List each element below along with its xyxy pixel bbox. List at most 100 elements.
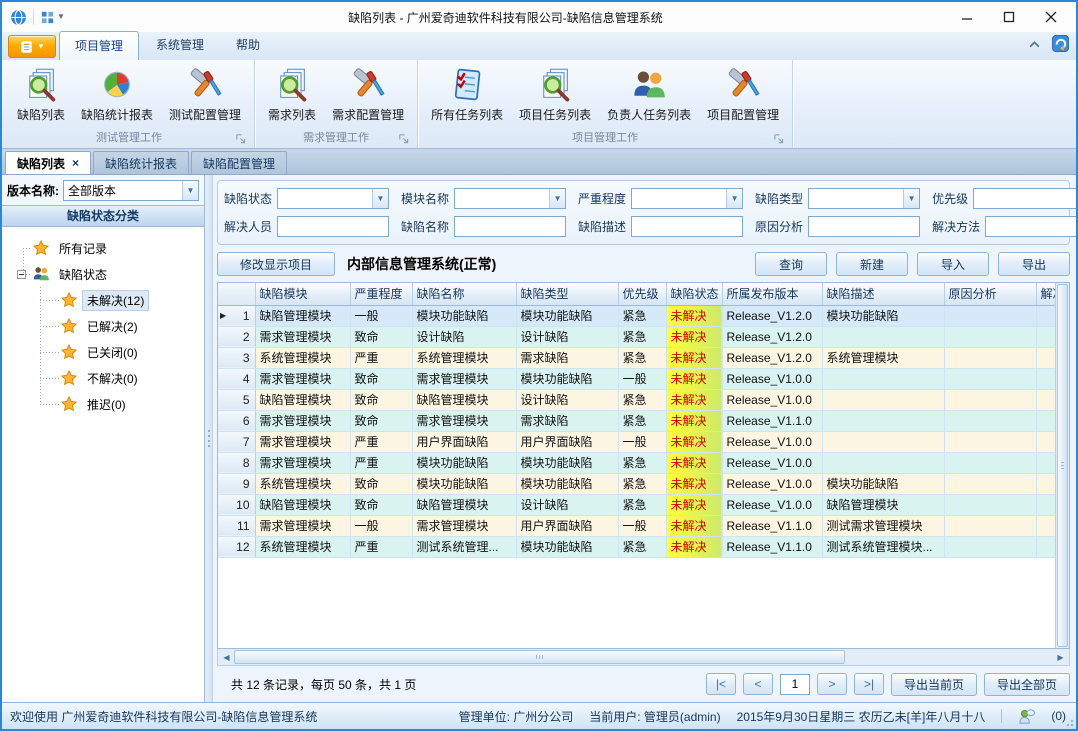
tree-item[interactable]: 推迟(0) — [60, 391, 204, 417]
ribbon-tab[interactable]: 系统管理 — [141, 31, 219, 60]
table-row[interactable]: 2需求管理模块致命设计缺陷设计缺陷紧急未解决Release_V1.2.0 — [218, 326, 1055, 347]
table-cell: 模块功能缺陷 — [516, 452, 618, 473]
collapse-ribbon-icon[interactable] — [1028, 38, 1041, 52]
filter-select[interactable]: ▼ — [631, 188, 743, 209]
column-header[interactable]: 缺陷模块 — [255, 283, 350, 305]
vertical-scrollbar[interactable] — [1055, 283, 1069, 648]
filter-input[interactable] — [808, 216, 920, 237]
export-current-page-button[interactable]: 导出当前页 — [891, 673, 977, 696]
table-row[interactable]: 5缺陷管理模块致命缺陷管理模块设计缺陷紧急未解决Release_V1.0.0 — [218, 389, 1055, 410]
ribbon-button[interactable]: 项目任务列表 — [512, 63, 598, 125]
table-cell — [822, 368, 944, 389]
column-header[interactable]: 所属发布版本 — [722, 283, 822, 305]
table-row[interactable]: 10缺陷管理模块致命缺陷管理模块设计缺陷紧急未解决Release_V1.0.0缺… — [218, 494, 1055, 515]
ribbon-button[interactable]: 需求列表 — [261, 63, 323, 125]
ribbon-button[interactable]: 项目配置管理 — [700, 63, 786, 125]
minimize-button[interactable] — [946, 4, 988, 30]
table-row[interactable]: 6需求管理模块致命需求管理模块需求缺陷紧急未解决Release_V1.1.0 — [218, 410, 1055, 431]
filter-input[interactable] — [631, 216, 743, 237]
tree-item[interactable]: 未解决(12) — [60, 287, 204, 313]
filter-select[interactable]: ▼ — [277, 188, 389, 209]
ribbon-button[interactable]: 测试配置管理 — [162, 63, 248, 125]
filter-input[interactable] — [454, 216, 566, 237]
table-row[interactable]: 4需求管理模块致命需求管理模块模块功能缺陷一般未解决Release_V1.0.0 — [218, 368, 1055, 389]
tree-item[interactable]: 已解决(2) — [60, 313, 204, 339]
table-row[interactable]: 9系统管理模块致命模块功能缺陷模块功能缺陷紧急未解决Release_V1.0.0… — [218, 473, 1055, 494]
row-marker-cell: 10 — [218, 494, 255, 515]
people-icon — [32, 265, 50, 283]
row-marker-cell: ▶1 — [218, 305, 255, 326]
column-header[interactable]: 缺陷名称 — [412, 283, 516, 305]
first-page-button[interactable]: |< — [706, 673, 736, 695]
horizontal-scrollbar-thumb[interactable] — [234, 650, 845, 664]
column-header[interactable]: 解决方法 — [1036, 283, 1055, 305]
scroll-left-arrow-icon[interactable]: ◀ — [219, 650, 234, 664]
scroll-right-arrow-icon[interactable]: ▶ — [1053, 650, 1068, 664]
dialog-launcher-icon[interactable] — [235, 133, 247, 145]
ribbon-button[interactable]: 负责人任务列表 — [600, 63, 698, 125]
ribbon-button[interactable]: 所有任务列表 — [424, 63, 510, 125]
filter-select[interactable]: ▼ — [454, 188, 566, 209]
ribbon-tab[interactable]: 项目管理 — [59, 31, 139, 60]
vertical-scrollbar-thumb[interactable] — [1057, 284, 1068, 647]
filter-select[interactable]: ▼ — [973, 188, 1078, 209]
table-row[interactable]: 11需求管理模块一般需求管理模块用户界面缺陷一般未解决Release_V1.1.… — [218, 515, 1055, 536]
document-tab[interactable]: 缺陷配置管理 — [191, 151, 287, 174]
column-header[interactable]: 缺陷类型 — [516, 283, 618, 305]
action-button[interactable]: 导出 — [998, 252, 1070, 276]
resize-grip[interactable] — [1064, 717, 1074, 727]
filter-label: 缺陷类型 — [755, 190, 803, 207]
ribbon-tab[interactable]: 帮助 — [221, 31, 275, 60]
action-button[interactable]: 查询 — [755, 252, 827, 276]
table-row[interactable]: 7需求管理模块严重用户界面缺陷用户界面缺陷一般未解决Release_V1.0.0 — [218, 431, 1055, 452]
page-number-input[interactable] — [780, 674, 810, 695]
theme-icon[interactable] — [1051, 34, 1070, 56]
close-button[interactable] — [1030, 4, 1072, 30]
collapse-expander-icon[interactable] — [17, 270, 26, 279]
tree-item-label: 缺陷状态 — [55, 265, 111, 284]
table-row[interactable]: 12系统管理模块严重测试系统管理...模块功能缺陷紧急未解决Release_V1… — [218, 536, 1055, 557]
dialog-launcher-icon[interactable] — [398, 133, 410, 145]
layout-icon — [40, 10, 55, 25]
column-header[interactable]: 缺陷状态 — [666, 283, 722, 305]
last-page-button[interactable]: >| — [854, 673, 884, 695]
tree-item[interactable]: 已关闭(0) — [60, 339, 204, 365]
table-cell: 致命 — [350, 368, 412, 389]
column-header[interactable]: 原因分析 — [944, 283, 1036, 305]
table-cell: 紧急 — [618, 347, 666, 368]
horizontal-scrollbar[interactable]: ◀ ▶ — [217, 649, 1070, 666]
action-button[interactable]: 新建 — [836, 252, 908, 276]
column-header[interactable]: 优先级 — [618, 283, 666, 305]
tree-item[interactable]: 缺陷状态 — [32, 261, 204, 287]
document-tab[interactable]: 缺陷列表× — [5, 151, 91, 174]
dialog-launcher-icon[interactable] — [773, 133, 785, 145]
action-button[interactable]: 导入 — [917, 252, 989, 276]
ribbon-button[interactable]: 需求配置管理 — [325, 63, 411, 125]
tree-item[interactable]: 不解决(0) — [60, 365, 204, 391]
document-tab[interactable]: 缺陷统计报表 — [93, 151, 189, 174]
prev-page-button[interactable]: < — [743, 673, 773, 695]
version-select[interactable]: 全部版本 ▼ — [63, 180, 199, 201]
filter-select[interactable]: ▼ — [808, 188, 920, 209]
column-header[interactable]: 缺陷描述 — [822, 283, 944, 305]
user-message-icon[interactable] — [1018, 708, 1035, 725]
filter-input[interactable] — [985, 216, 1078, 237]
table-row[interactable]: 3系统管理模块严重系统管理模块需求缺陷紧急未解决Release_V1.2.0系统… — [218, 347, 1055, 368]
filter-input[interactable] — [277, 216, 389, 237]
table-row[interactable]: ▶1缺陷管理模块一般模块功能缺陷模块功能缺陷紧急未解决Release_V1.2.… — [218, 305, 1055, 326]
table-cell: 未解决 — [666, 515, 722, 536]
column-header[interactable]: 严重程度 — [350, 283, 412, 305]
close-icon[interactable]: × — [72, 157, 79, 169]
splitter-handle[interactable] — [205, 175, 213, 702]
table-cell: 模块功能缺陷 — [516, 305, 618, 326]
export-all-pages-button[interactable]: 导出全部页 — [984, 673, 1070, 696]
modify-display-items-button[interactable]: 修改显示项目 — [217, 252, 335, 276]
quick-access-toolbar[interactable]: ▼ — [40, 10, 65, 25]
app-menu-button[interactable]: ▼ — [8, 35, 56, 58]
tree-item[interactable]: 所有记录 — [32, 235, 204, 261]
next-page-button[interactable]: > — [817, 673, 847, 695]
ribbon-button[interactable]: 缺陷列表 — [10, 63, 72, 125]
maximize-button[interactable] — [988, 4, 1030, 30]
table-row[interactable]: 8需求管理模块严重模块功能缺陷模块功能缺陷紧急未解决Release_V1.0.0 — [218, 452, 1055, 473]
ribbon-button[interactable]: 缺陷统计报表 — [74, 63, 160, 125]
